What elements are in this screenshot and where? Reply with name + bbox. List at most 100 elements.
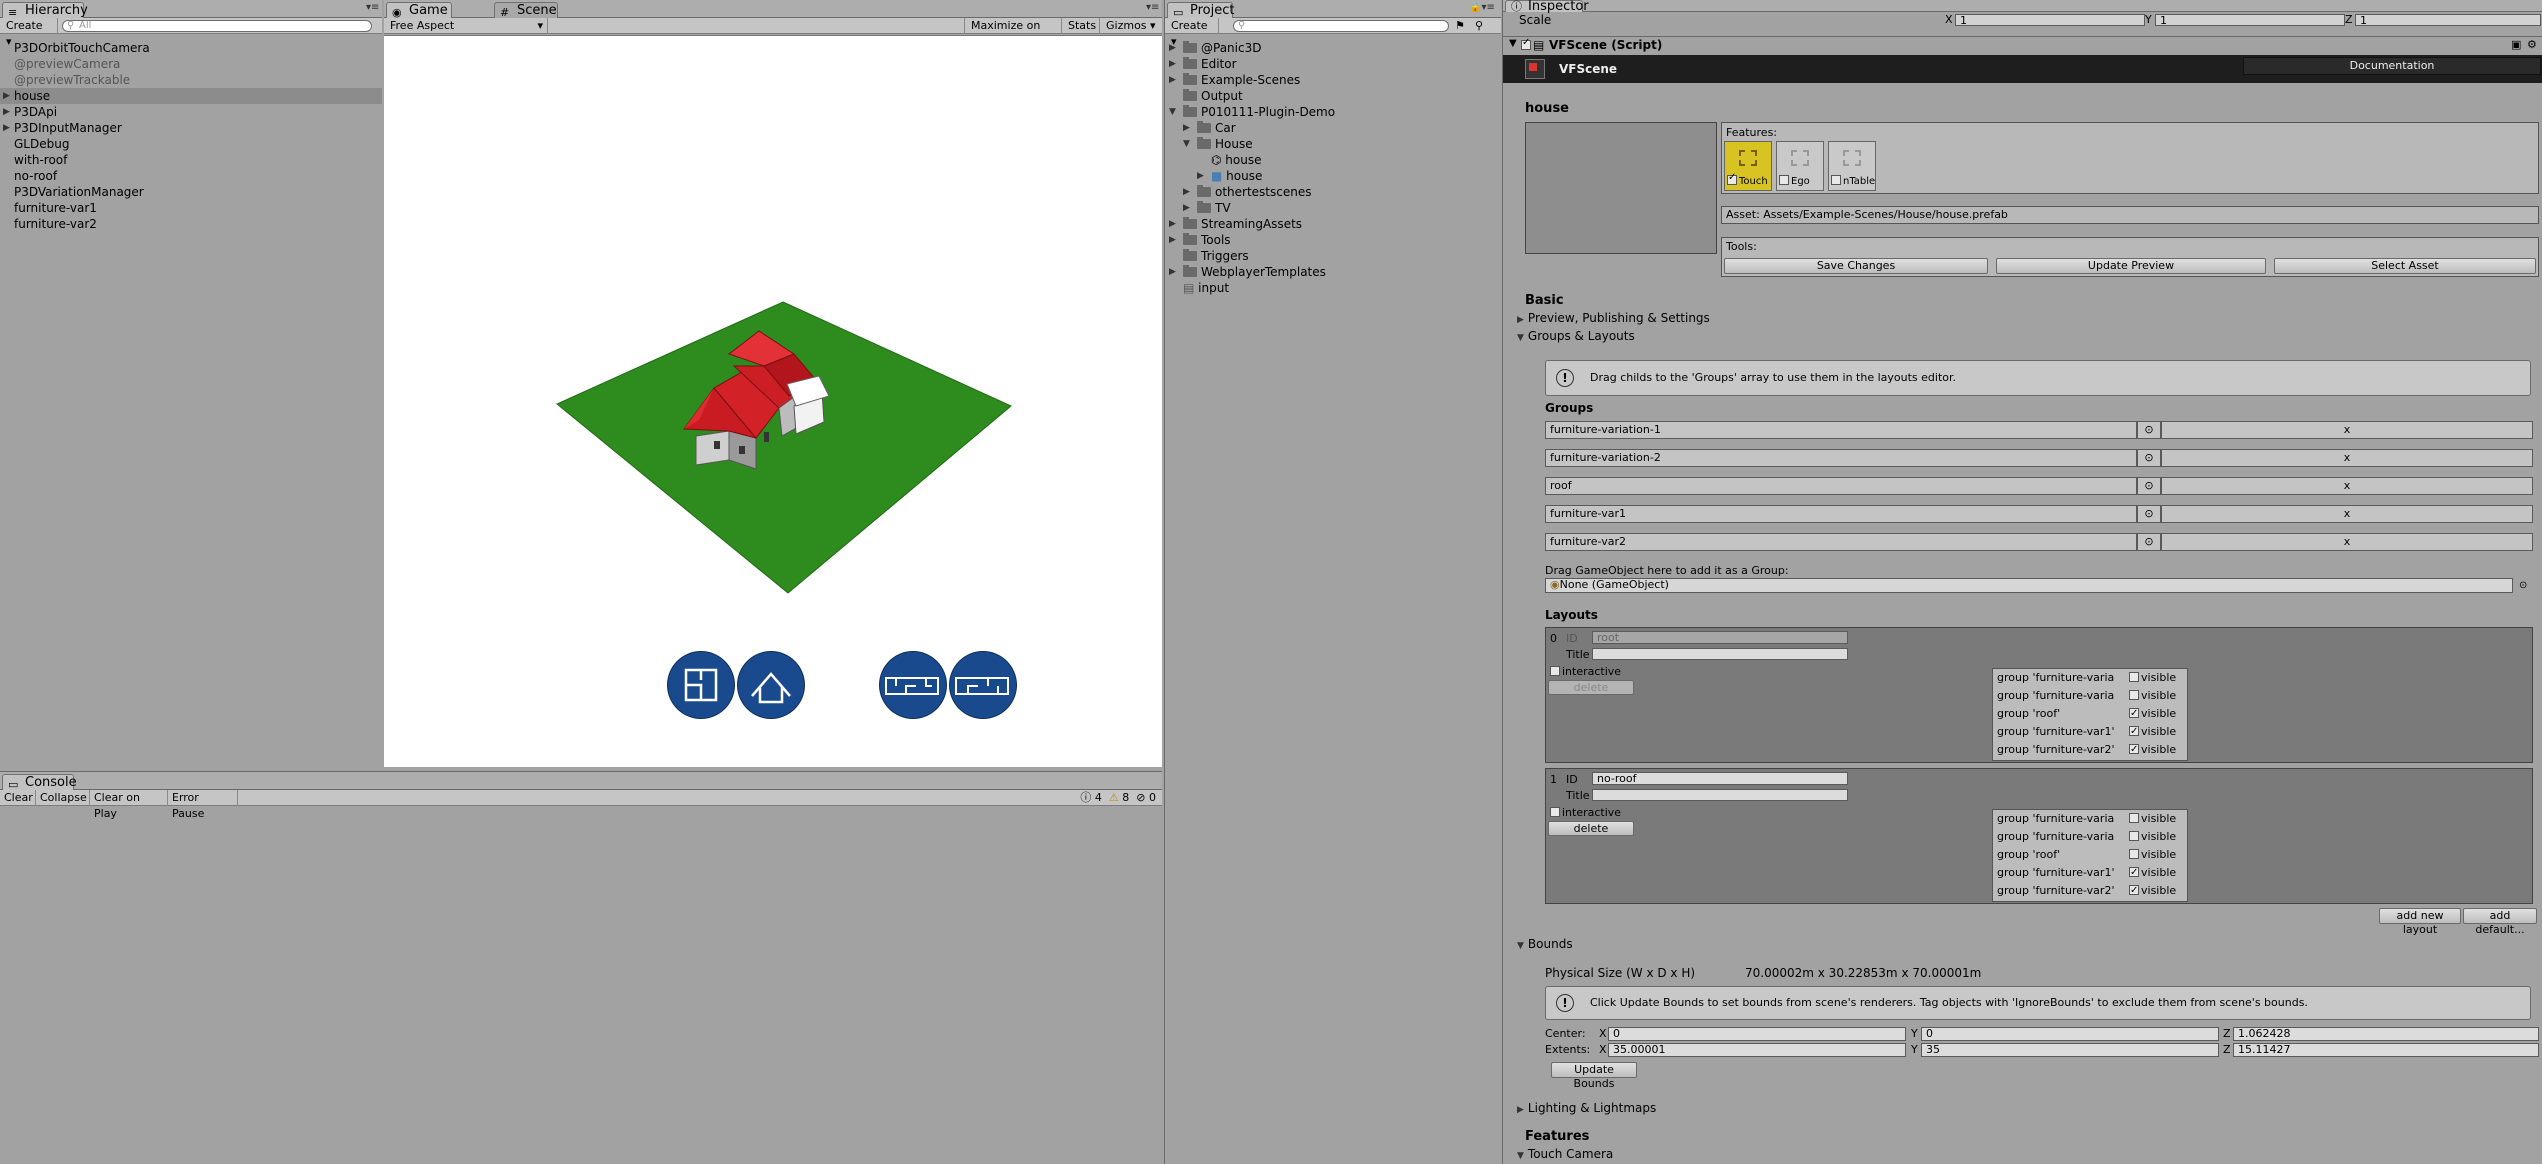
checkbox[interactable] <box>2129 723 2139 741</box>
checkbox[interactable] <box>2129 813 2139 823</box>
triangle-right-icon[interactable]: ▶ <box>1183 200 1190 216</box>
bounds-foldout[interactable]: ▼ Bounds <box>1517 937 1573 951</box>
triangle-down-icon[interactable]: ▼ <box>1183 136 1190 152</box>
group-object-picker-icon[interactable]: ⊙ <box>2137 449 2161 467</box>
checkbox[interactable] <box>2129 882 2139 900</box>
add-new-layout-button[interactable]: add new layout <box>2379 908 2461 936</box>
feature-tile-ntable[interactable]: nTable <box>1828 141 1876 191</box>
delete-layout-button[interactable]: delete <box>1548 821 1634 836</box>
hierarchy-item[interactable]: @previewTrackable <box>0 72 382 88</box>
tab-console[interactable]: ▭ Console <box>2 774 77 791</box>
tab-game[interactable]: ◉ Game <box>386 2 452 19</box>
project-item[interactable]: ▶ @Panic3D <box>1169 40 1261 56</box>
triangle-right-icon[interactable]: ▶ <box>3 88 10 104</box>
feature-checkbox[interactable]: nTable <box>1831 175 1875 187</box>
search-input[interactable]: ⚲ All <box>62 20 372 32</box>
checkbox[interactable] <box>2129 849 2139 859</box>
hierarchy-item[interactable]: P3DOrbitTouchCamera <box>0 40 382 56</box>
group-name-field[interactable]: roof <box>1545 477 2137 495</box>
feature-tile-ego[interactable]: Ego <box>1776 141 1824 191</box>
group-name-field[interactable]: furniture-var2 <box>1545 533 2137 551</box>
project-item[interactable]: ⌬ house <box>1199 152 1261 168</box>
project-item[interactable]: ▶ WebplayerTemplates <box>1169 264 1326 280</box>
remove-group-button[interactable]: x <box>2161 505 2533 523</box>
remove-group-button[interactable]: x <box>2161 533 2533 551</box>
checkbox[interactable] <box>2129 690 2139 700</box>
project-item[interactable]: ▶ Car <box>1183 120 1236 136</box>
project-item[interactable]: Triggers <box>1171 248 1249 264</box>
triangle-right-icon[interactable]: ▶ <box>1169 56 1176 72</box>
hierarchy-item[interactable]: furniture-var2 <box>0 216 382 232</box>
triangle-right-icon[interactable]: ▶ <box>3 104 10 120</box>
console-clear-button[interactable]: Clear <box>0 790 36 806</box>
panel-menu-icon[interactable]: ▾≡ <box>1146 2 1159 13</box>
maximize-on-play-button[interactable]: Maximize on Play <box>964 18 1062 48</box>
hierarchy-item[interactable]: furniture-var1 <box>0 200 382 216</box>
fold-arrow-icon[interactable]: ▼ <box>1509 38 1517 49</box>
tab-scene[interactable]: # Scene <box>494 2 558 19</box>
project-item[interactable]: ▶ StreamingAssets <box>1169 216 1302 232</box>
layout-title-field[interactable] <box>1592 789 1848 801</box>
remove-group-button[interactable]: x <box>2161 421 2533 439</box>
hierarchy-item[interactable]: ▶ P3DApi <box>0 104 382 120</box>
tab-project[interactable]: ▭ Project <box>1167 2 1234 19</box>
checkbox[interactable] <box>2129 741 2139 759</box>
center-x-field[interactable]: 0 <box>1608 1027 1906 1041</box>
group-name-field[interactable]: furniture-variation-1 <box>1545 421 2137 439</box>
aspect-dropdown[interactable]: Free Aspect ▾ <box>384 18 548 34</box>
preview-publishing-foldout[interactable]: ▶ Preview, Publishing & Settings <box>1517 311 1710 325</box>
checkbox[interactable] <box>2129 831 2139 841</box>
interactive-checkbox[interactable]: interactive <box>1550 806 1621 819</box>
project-item[interactable]: ▶ Editor <box>1169 56 1237 72</box>
hierarchy-item[interactable]: with-roof <box>0 152 382 168</box>
hierarchy-item[interactable]: P3DVariationManager <box>0 184 382 200</box>
project-create-button[interactable]: Create ▾ <box>1165 18 1219 48</box>
scale-y-field[interactable]: 1 <box>2155 14 2345 26</box>
visible-checkbox[interactable]: visible <box>2129 705 2176 723</box>
groups-layouts-foldout[interactable]: ▼ Groups & Layouts <box>1517 329 1635 343</box>
update-bounds-button[interactable]: Update Bounds <box>1551 1062 1637 1090</box>
extents-z-field[interactable]: 15.11427 <box>2233 1043 2539 1057</box>
project-item[interactable]: ▶ othertestscenes <box>1183 184 1312 200</box>
extents-y-field[interactable]: 35 <box>1921 1043 2219 1057</box>
visible-checkbox[interactable]: visible <box>2129 741 2176 759</box>
touch-camera-foldout[interactable]: ▼ Touch Camera <box>1517 1147 1613 1161</box>
visible-checkbox[interactable]: visible <box>2129 864 2176 882</box>
scale-x-field[interactable]: 1 <box>1955 14 2145 26</box>
group-object-field[interactable]: ◉None (GameObject) <box>1545 578 2513 593</box>
checkbox[interactable] <box>1550 807 1560 817</box>
triangle-right-icon[interactable]: ▶ <box>1169 216 1176 232</box>
visible-checkbox[interactable]: visible <box>2129 723 2176 741</box>
group-name-field[interactable]: furniture-var1 <box>1545 505 2137 523</box>
panel-menu-icon[interactable]: ▾≡ <box>366 2 379 13</box>
feature-checkbox[interactable]: Ego <box>1779 175 1810 187</box>
center-z-field[interactable]: 1.062428 <box>2233 1027 2539 1041</box>
triangle-right-icon[interactable]: ▶ <box>1169 72 1176 88</box>
visible-checkbox[interactable]: visible <box>2129 687 2176 705</box>
help-icon[interactable]: ▣ <box>2511 38 2521 51</box>
project-item[interactable]: ▶ TV <box>1183 200 1231 216</box>
stats-button[interactable]: Stats <box>1062 18 1100 34</box>
checkbox[interactable] <box>1831 175 1841 185</box>
group-object-picker-icon[interactable]: ⊙ <box>2137 533 2161 551</box>
feature-tile-touch[interactable]: Touch <box>1724 141 1772 191</box>
remove-group-button[interactable]: x <box>2161 449 2533 467</box>
project-item[interactable]: ▼ House <box>1183 136 1253 152</box>
hierarchy-item[interactable]: no-roof <box>0 168 382 184</box>
interactive-checkbox[interactable]: interactive <box>1550 665 1621 678</box>
group-object-picker-icon[interactable]: ⊙ <box>2137 421 2161 439</box>
visible-checkbox[interactable]: visible <box>2129 810 2176 828</box>
project-item[interactable]: ▤ input <box>1171 280 1229 296</box>
layout-title-field[interactable] <box>1592 648 1848 660</box>
triangle-down-icon[interactable]: ▼ <box>1169 104 1176 120</box>
visible-checkbox[interactable]: visible <box>2129 669 2176 687</box>
project-search-input[interactable]: ⚲ <box>1233 20 1449 32</box>
visible-checkbox[interactable]: visible <box>2129 882 2176 900</box>
hierarchy-item[interactable]: GLDebug <box>0 136 382 152</box>
group-object-picker-icon[interactable]: ⊙ <box>2137 477 2161 495</box>
triangle-right-icon[interactable]: ▶ <box>1169 40 1176 56</box>
component-enabled-checkbox[interactable] <box>1521 37 1533 52</box>
group-object-picker-icon[interactable]: ⊙ <box>2137 505 2161 523</box>
checkbox[interactable] <box>2129 864 2139 882</box>
project-item[interactable]: Output <box>1171 88 1243 104</box>
